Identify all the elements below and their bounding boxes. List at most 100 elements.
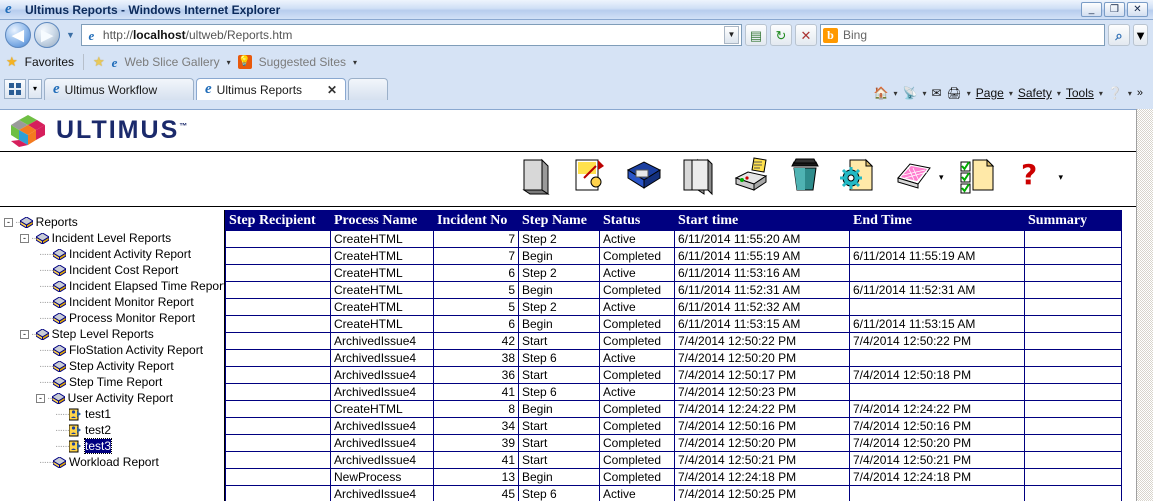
refresh-button[interactable]: ↻ [770,24,792,46]
table-row[interactable]: NewProcess13BeginCompleted7/4/2014 12:24… [226,469,1122,486]
export-excel-caret-icon[interactable]: ▾ [939,172,944,183]
minimize-button[interactable]: _ [1081,2,1102,17]
close-tab-icon[interactable]: ✕ [327,83,337,97]
column-header-summary[interactable]: Summary [1025,211,1122,231]
favorites-label[interactable]: Favorites [25,55,74,69]
search-go-button[interactable]: ⌕ [1108,24,1130,46]
tree-item-incident-cost-report[interactable]: ······Incident Cost Report [4,262,224,278]
tree-toggle-icon[interactable]: - [20,234,29,243]
web-slice-gallery-caret-icon[interactable]: ▾ [227,58,231,67]
table-row[interactable]: ArchivedIssue439StartCompleted7/4/2014 1… [226,435,1122,452]
web-slice-gallery-label[interactable]: Web Slice Gallery [124,55,219,69]
home-icon[interactable]: 🏠 [874,86,889,100]
new-tab-button[interactable] [348,78,388,100]
feeds-icon[interactable]: 📡 [903,86,918,100]
table-row[interactable]: CreateHTML5Step 2Active6/11/2014 11:52:3… [226,299,1122,316]
tree-item-process-monitor-report[interactable]: ······Process Monitor Report [4,310,224,326]
restore-button[interactable]: ❐ [1104,2,1125,17]
search-input[interactable]: b Bing [820,24,1105,46]
tree-item-incident-monitor-report[interactable]: ······Incident Monitor Report [4,294,224,310]
tools-caret-icon[interactable]: ▾ [1099,89,1103,98]
new-report-icon[interactable] [516,156,554,198]
help-caret-icon[interactable]: ▾ [1058,172,1063,183]
favorites-star-icon[interactable]: ★ [6,54,18,70]
mail-icon[interactable]: ✉ [931,86,941,100]
tools-menu[interactable]: Tools [1066,86,1094,100]
tree-item-flostation-activity-report[interactable]: ······FloStation Activity Report [4,342,224,358]
table-row[interactable]: ArchivedIssue441Step 6Active7/4/2014 12:… [226,384,1122,401]
help-caret-icon[interactable]: ▾ [1128,89,1132,98]
column-header-incident-no[interactable]: Incident No [434,211,519,231]
tree-item-workload-report[interactable]: ······Workload Report [4,454,224,470]
back-button[interactable]: ◀ [5,22,31,48]
help-icon[interactable]: ? [1013,156,1051,198]
save-icon[interactable] [624,156,662,198]
table-row[interactable]: ArchivedIssue436StartCompleted7/4/2014 1… [226,367,1122,384]
properties-icon[interactable] [840,156,878,198]
report-tree[interactable]: -··Reports-··Incident Level Reports·····… [0,210,225,501]
suggested-sites-caret-icon[interactable]: ▾ [353,58,357,67]
open-report-icon[interactable] [570,156,608,198]
print-icon[interactable]: 🖨 [947,86,962,100]
suggested-sites-label[interactable]: Suggested Sites [259,55,346,69]
checklist-folder-icon[interactable] [959,156,997,198]
tree-toggle-icon[interactable]: - [36,394,45,403]
tree-item-test2[interactable]: ······test2 [4,422,224,438]
table-row[interactable]: ArchivedIssue438Step 6Active7/4/2014 12:… [226,350,1122,367]
tab-ultimus-workflow[interactable]: e Ultimus Workflow [44,78,194,100]
page-menu[interactable]: Page [976,86,1004,100]
tree-item-reports[interactable]: -··Reports [4,214,224,230]
tree-item-incident-elapsed-time-report[interactable]: ······Incident Elapsed Time Report [4,278,224,294]
column-header-step-name[interactable]: Step Name [519,211,600,231]
feeds-caret-icon[interactable]: ▾ [922,89,926,98]
close-button[interactable]: ✕ [1127,2,1148,17]
forward-button[interactable]: ▶ [34,22,60,48]
tree-item-step-level-reports[interactable]: -··Step Level Reports [4,326,224,342]
print-icon[interactable] [732,156,770,198]
quick-tabs-button[interactable] [4,79,26,99]
table-row[interactable]: CreateHTML6BeginCompleted6/11/2014 11:53… [226,316,1122,333]
command-bar-overflow-icon[interactable]: » [1137,87,1143,99]
column-header-start-time[interactable]: Start time [675,211,850,231]
delete-icon[interactable] [786,156,824,198]
column-header-step-recipient[interactable]: Step Recipient [226,211,331,231]
table-row[interactable]: CreateHTML5BeginCompleted6/11/2014 11:52… [226,282,1122,299]
stop-button[interactable]: ✕ [795,24,817,46]
add-to-favorites-icon[interactable]: ★ [93,54,105,70]
address-input[interactable]: e http://localhost/ultweb/Reports.htm ▼ [81,24,742,46]
copy-icon[interactable] [678,156,716,198]
export-excel-icon[interactable] [894,156,932,198]
table-row[interactable]: CreateHTML7Step 2Active6/11/2014 11:55:2… [226,231,1122,248]
compatibility-view-button[interactable]: ▤ [745,24,767,46]
column-header-end-time[interactable]: End Time [850,211,1025,231]
tree-toggle-icon[interactable]: - [4,218,13,227]
tab-list-caret-icon[interactable]: ▾ [28,79,42,99]
tree-item-test1[interactable]: ······test1 [4,406,224,422]
help-icon[interactable]: ❔ [1108,86,1123,100]
column-header-status[interactable]: Status [600,211,675,231]
tree-item-user-activity-report[interactable]: -··User Activity Report [4,390,224,406]
tree-item-incident-level-reports[interactable]: -··Incident Level Reports [4,230,224,246]
home-caret-icon[interactable]: ▾ [893,89,897,98]
table-row[interactable]: CreateHTML6Step 2Active6/11/2014 11:53:1… [226,265,1122,282]
tree-item-step-time-report[interactable]: ······Step Time Report [4,374,224,390]
page-vertical-scrollbar[interactable] [1136,109,1153,500]
history-dropdown-icon[interactable]: ▼ [63,30,78,40]
table-row[interactable]: ArchivedIssue442StartCompleted7/4/2014 1… [226,333,1122,350]
table-row[interactable]: ArchivedIssue434StartCompleted7/4/2014 1… [226,418,1122,435]
print-caret-icon[interactable]: ▾ [967,89,971,98]
column-header-process-name[interactable]: Process Name [331,211,434,231]
table-row[interactable]: CreateHTML7BeginCompleted6/11/2014 11:55… [226,248,1122,265]
safety-menu[interactable]: Safety [1018,86,1052,100]
tree-toggle-icon[interactable]: - [20,330,29,339]
table-row[interactable]: CreateHTML8BeginCompleted7/4/2014 12:24:… [226,401,1122,418]
tree-item-incident-activity-report[interactable]: ······Incident Activity Report [4,246,224,262]
address-dropdown-icon[interactable]: ▼ [724,26,739,44]
table-row[interactable]: ArchivedIssue445Step 6Active7/4/2014 12:… [226,486,1122,501]
safety-caret-icon[interactable]: ▾ [1057,89,1061,98]
tab-ultimus-reports[interactable]: e Ultimus Reports ✕ [196,78,346,100]
table-row[interactable]: ArchivedIssue441StartCompleted7/4/2014 1… [226,452,1122,469]
page-caret-icon[interactable]: ▾ [1009,89,1013,98]
search-options-caret-icon[interactable]: ▼ [1133,24,1148,46]
tree-item-step-activity-report[interactable]: ······Step Activity Report [4,358,224,374]
